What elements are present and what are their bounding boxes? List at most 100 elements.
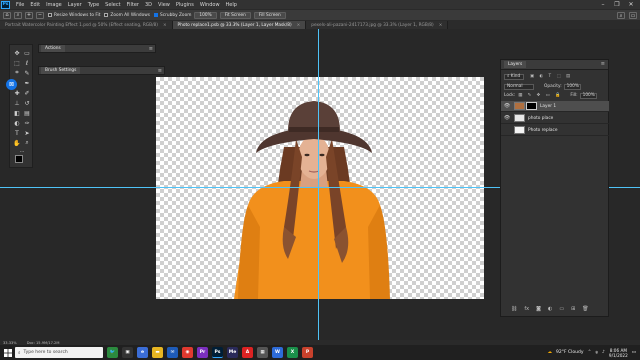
- resize-windows-checkbox[interactable]: Resize Windows to Fit: [48, 13, 100, 18]
- file-explorer-icon[interactable]: ▬: [152, 347, 163, 358]
- guide-vertical[interactable]: [318, 29, 319, 340]
- minimize-icon[interactable]: –: [596, 0, 610, 9]
- healing-tool-icon[interactable]: ✚: [13, 89, 21, 97]
- tab-photo-replace[interactable]: Photo replace1.psb @ 33.3% (Layer 1, Lay…: [172, 21, 307, 29]
- menu-edit[interactable]: Edit: [27, 2, 43, 8]
- layer-name[interactable]: photo place: [528, 116, 553, 121]
- filter-icons[interactable]: ▣ ◐ T ⬚ ▤: [530, 74, 572, 79]
- weather-text[interactable]: 92°F Cloudy: [556, 350, 584, 355]
- acrobat-icon[interactable]: A: [242, 347, 253, 358]
- eraser-tool-icon[interactable]: ◧: [13, 109, 21, 117]
- blend-mode-dropdown[interactable]: Normal: [504, 83, 534, 90]
- zoom-level[interactable]: 33.33%: [3, 341, 17, 345]
- task-view-icon[interactable]: ▣: [122, 347, 133, 358]
- move-tool-icon[interactable]: ✥: [13, 49, 21, 57]
- kind-filter-dropdown[interactable]: ⌕ Kind: [504, 73, 524, 80]
- chrome-icon[interactable]: ◉: [182, 347, 193, 358]
- stamp-tool-icon[interactable]: ⊥: [13, 99, 21, 107]
- panel-menu-icon[interactable]: ≡: [149, 46, 153, 52]
- crop-tool-icon[interactable]: ⌗: [13, 69, 21, 77]
- menu-image[interactable]: Image: [43, 2, 65, 8]
- hand-tool-icon[interactable]: ✋: [13, 139, 21, 147]
- premiere-icon[interactable]: Pr: [197, 347, 208, 358]
- marquee-tool-icon[interactable]: ⬚: [13, 59, 21, 67]
- dodge-tool-icon[interactable]: ◐: [13, 119, 21, 127]
- actions-panel[interactable]: Actions ≡: [38, 44, 156, 53]
- document-canvas[interactable]: [156, 77, 484, 299]
- zoom-100-button[interactable]: 100%: [194, 11, 217, 19]
- fit-screen-button[interactable]: Fit Screen: [219, 11, 251, 19]
- layer-mask-thumbnail[interactable]: [526, 102, 537, 110]
- layer-name[interactable]: Photo replace: [528, 128, 558, 133]
- menu-plugins[interactable]: Plugins: [173, 2, 197, 8]
- menu-filter[interactable]: Filter: [124, 2, 142, 8]
- opacity-field[interactable]: 100%: [563, 83, 581, 90]
- zoom-tool-icon[interactable]: ⌕: [23, 139, 31, 147]
- visibility-eye-icon[interactable]: 👁: [503, 115, 511, 121]
- close-icon[interactable]: ✕: [624, 0, 638, 9]
- artboard-tool-icon[interactable]: ▭: [23, 49, 31, 57]
- brush-settings-panel[interactable]: Brush Settings ≡: [38, 66, 165, 75]
- media-encoder-icon[interactable]: Me: [227, 347, 238, 358]
- excel-icon[interactable]: X: [287, 347, 298, 358]
- path-select-icon[interactable]: ➤: [23, 129, 31, 137]
- actions-tab[interactable]: Actions: [41, 45, 65, 52]
- app-icon[interactable]: ▦: [257, 347, 268, 358]
- tab-watercolor[interactable]: Portrait Watercolor Painting Effect 1.ps…: [0, 21, 173, 29]
- edge-icon[interactable]: e: [137, 347, 148, 358]
- lock-icons[interactable]: ▦ ✎ ✥ ▭ 🔒: [518, 93, 562, 98]
- history-brush-icon[interactable]: ↺: [23, 99, 31, 107]
- scrubby-zoom-checkbox[interactable]: Scrubby Zoom: [154, 13, 191, 18]
- adjustment-layer-icon[interactable]: ◐: [548, 306, 552, 312]
- windows-start-icon[interactable]: [0, 345, 15, 360]
- mail-icon[interactable]: ✉: [167, 347, 178, 358]
- type-tool-icon[interactable]: T: [13, 129, 21, 137]
- search-icon[interactable]: ⌕: [617, 12, 625, 19]
- zoom-all-checkbox[interactable]: Zoom All Windows: [104, 13, 150, 18]
- workspace-icon[interactable]: ▭: [629, 12, 637, 19]
- menu-view[interactable]: View: [155, 2, 173, 8]
- menu-window[interactable]: Window: [197, 2, 223, 8]
- close-tab-icon[interactable]: ×: [163, 23, 167, 28]
- volume-icon[interactable]: ♪: [602, 350, 605, 355]
- lasso-tool-icon[interactable]: ℓ: [23, 59, 31, 67]
- menu-file[interactable]: File: [13, 2, 27, 8]
- word-icon[interactable]: W: [272, 347, 283, 358]
- menu-3d[interactable]: 3D: [142, 2, 155, 8]
- close-tab-icon[interactable]: ×: [297, 23, 301, 28]
- bird-app-icon[interactable]: 🐦: [107, 347, 118, 358]
- panel-menu-icon[interactable]: ≡: [158, 68, 162, 74]
- brush-settings-tab[interactable]: Brush Settings: [41, 67, 81, 74]
- quick-select-tool-icon[interactable]: ✎: [23, 69, 31, 77]
- photoshop-taskbar-icon[interactable]: Ps: [212, 347, 223, 358]
- new-layer-icon[interactable]: ⊞: [571, 306, 575, 312]
- layer-row-photo-place[interactable]: 👁 photo place: [501, 113, 609, 124]
- zoom-in-icon[interactable]: +: [25, 11, 33, 19]
- taskbar-search-input[interactable]: ⌕ Type here to search: [15, 347, 103, 358]
- new-group-icon[interactable]: ▭: [559, 306, 564, 312]
- add-mask-icon[interactable]: ◙: [536, 306, 541, 312]
- close-tab-icon[interactable]: ×: [439, 23, 443, 28]
- tab-pexels[interactable]: pexels-ali-pazani-2417173.jpg @ 33.3% (L…: [306, 21, 449, 29]
- fill-screen-button[interactable]: Fill Screen: [253, 11, 286, 19]
- zoom-tool-icon[interactable]: ⌕: [14, 11, 22, 19]
- layer-thumbnail[interactable]: [514, 114, 525, 122]
- maximize-icon[interactable]: ❐: [610, 0, 624, 9]
- menu-help[interactable]: Help: [223, 2, 240, 8]
- zoom-out-icon[interactable]: −: [36, 11, 44, 19]
- menu-layer[interactable]: Layer: [65, 2, 85, 8]
- powerpoint-icon[interactable]: P: [302, 347, 313, 358]
- menu-select[interactable]: Select: [102, 2, 123, 8]
- layer-row-photo-replace[interactable]: 👁 Photo replace: [501, 125, 609, 136]
- layer-thumbnail[interactable]: [514, 102, 525, 110]
- layer-thumbnail[interactable]: [514, 126, 525, 134]
- visibility-eye-icon[interactable]: 👁: [503, 103, 511, 109]
- clock[interactable]: 8:06 AM 9/1/2022: [609, 348, 628, 358]
- brush-tool-icon[interactable]: ✐: [23, 89, 31, 97]
- link-layers-icon[interactable]: ⛓: [511, 306, 517, 312]
- foreground-color-swatch[interactable]: [15, 155, 23, 163]
- network-icon[interactable]: ⌾: [595, 350, 598, 356]
- fx-icon[interactable]: fx: [524, 306, 529, 312]
- menu-type[interactable]: Type: [85, 2, 102, 8]
- visibility-eye-icon[interactable]: 👁: [503, 127, 511, 133]
